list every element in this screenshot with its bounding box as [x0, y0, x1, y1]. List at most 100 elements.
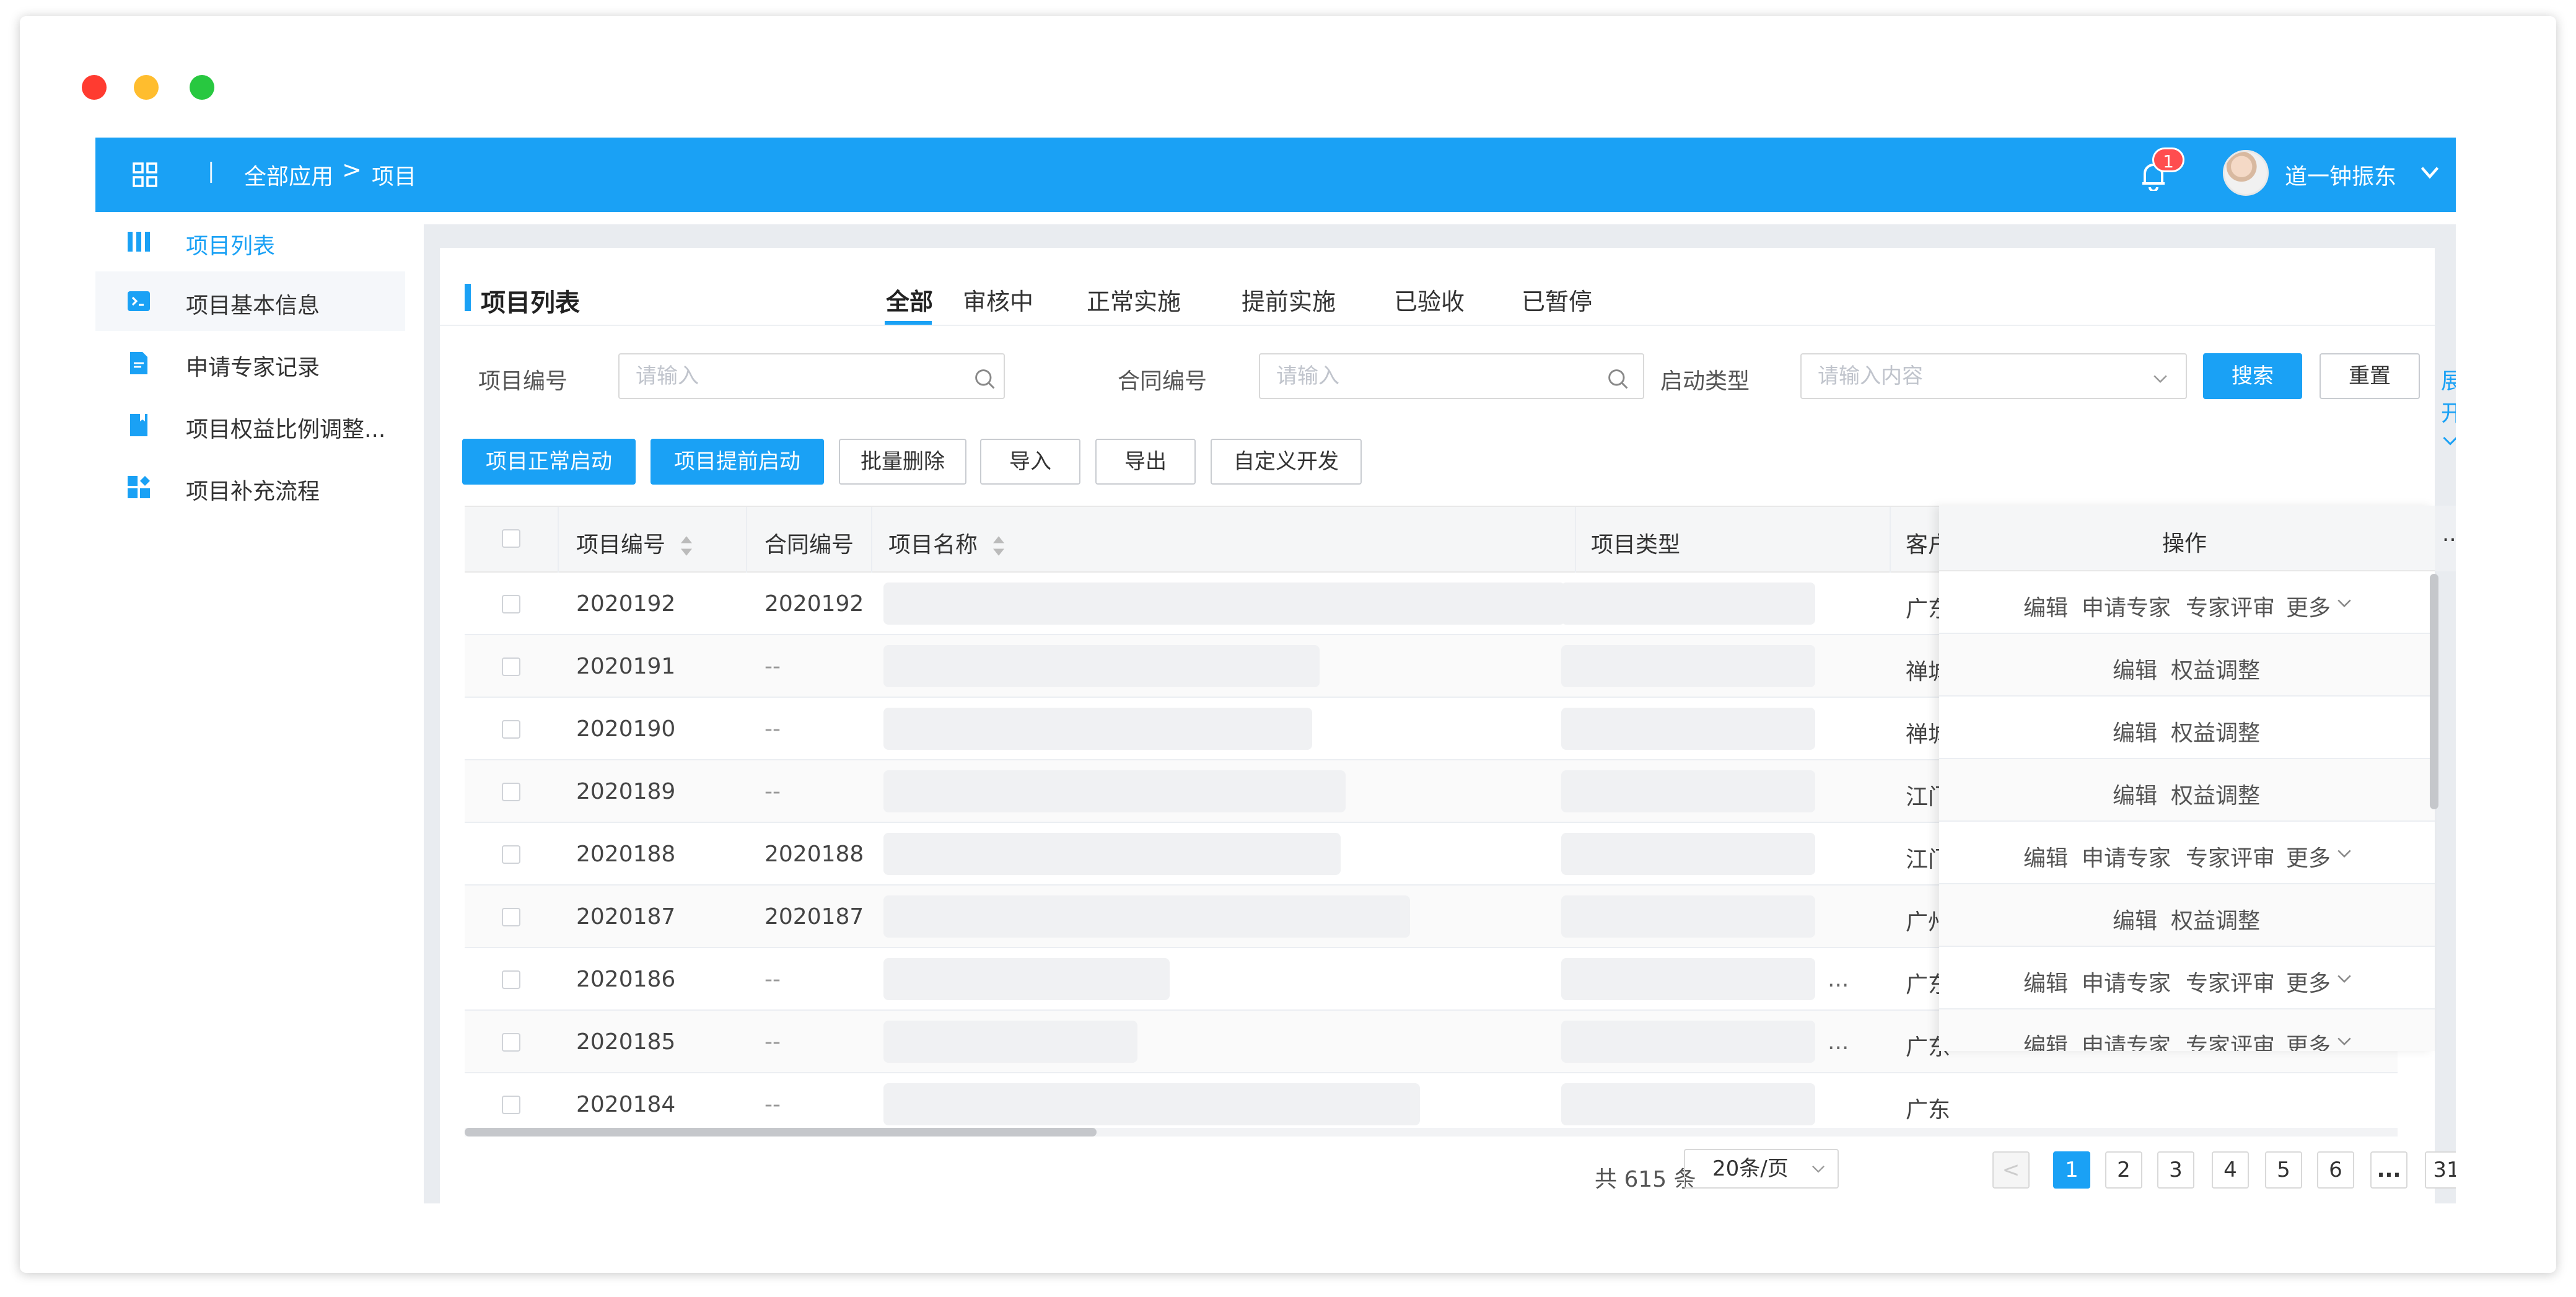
truncation-ellipsis: ...: [1828, 1029, 1849, 1055]
row-checkbox[interactable]: [502, 657, 520, 676]
row-checkbox[interactable]: [502, 1033, 520, 1052]
page-2-button[interactable]: 2: [2105, 1151, 2142, 1189]
page-size-select[interactable]: 20条/页: [1684, 1149, 1839, 1189]
sidebar-item-basic-info[interactable]: 项目基本信息: [95, 271, 405, 331]
equity-adjust-link[interactable]: 权益调整: [2171, 715, 2260, 747]
equity-adjust-link[interactable]: 权益调整: [2171, 903, 2260, 935]
tab-normal[interactable]: 正常实施: [1087, 283, 1181, 317]
row-checkbox[interactable]: [502, 908, 520, 926]
redacted-project-name: [883, 1083, 1420, 1125]
row-checkbox[interactable]: [502, 845, 520, 864]
window-maximize-button[interactable]: [190, 75, 214, 100]
chevron-down-icon[interactable]: [2419, 161, 2441, 183]
custom-dev-button[interactable]: 自定义开发: [1211, 439, 1362, 485]
vertical-scrollbar[interactable]: [2430, 574, 2438, 809]
window-close-button[interactable]: [82, 75, 107, 100]
chevron-down-icon[interactable]: [2151, 371, 2170, 388]
more-link[interactable]: 更多: [2286, 590, 2331, 622]
bookmark-file-icon: [130, 414, 147, 436]
row-checkbox[interactable]: [502, 1096, 520, 1114]
page-1-button[interactable]: 1: [2053, 1151, 2090, 1189]
export-button[interactable]: 导出: [1095, 439, 1196, 485]
page-5-button[interactable]: 5: [2265, 1151, 2302, 1189]
sidebar-item-project-list[interactable]: 项目列表: [95, 212, 405, 271]
page-31-button[interactable]: 31: [2425, 1151, 2456, 1189]
sort-icon: [993, 536, 1005, 556]
window-minimize-button[interactable]: [134, 75, 159, 100]
start-type-label: 启动类型: [1660, 369, 1750, 394]
cell-project-no: 2020188: [576, 842, 676, 867]
tab-paused[interactable]: 已暂停: [1522, 283, 1592, 317]
breadcrumb-all-apps[interactable]: 全部应用: [244, 159, 333, 191]
col-project-no[interactable]: 项目编号: [576, 527, 694, 559]
more-link[interactable]: 更多: [2286, 965, 2331, 998]
row-checkbox[interactable]: [502, 720, 520, 739]
apply-expert-link[interactable]: 申请专家: [2082, 965, 2171, 998]
expert-review-link[interactable]: 专家评审: [2186, 840, 2275, 873]
apply-expert-link[interactable]: 申请专家: [2082, 590, 2171, 622]
page-6-button[interactable]: 6: [2317, 1151, 2354, 1189]
page-gap-button[interactable]: ...: [2370, 1151, 2407, 1189]
page-3-button[interactable]: 3: [2157, 1151, 2194, 1189]
avatar[interactable]: [2223, 150, 2269, 196]
redacted-project-name: [883, 958, 1170, 1000]
col-contract-no: 合同编号: [764, 532, 854, 558]
username[interactable]: 道一钟振东: [2285, 159, 2396, 191]
page-4-button[interactable]: 4: [2212, 1151, 2249, 1189]
prev-page-button[interactable]: <: [1992, 1151, 2030, 1189]
normal-start-button[interactable]: 项目正常启动: [462, 439, 636, 485]
apply-expert-link[interactable]: 申请专家: [2082, 1028, 2171, 1051]
tab-reviewing[interactable]: 审核中: [963, 283, 1033, 317]
top-bar: | 全部应用 > 项目 1 道一钟振东: [95, 138, 2456, 212]
tab-all[interactable]: 全部: [886, 283, 933, 317]
tab-accepted[interactable]: 已验收: [1394, 283, 1465, 317]
early-start-button[interactable]: 项目提前启动: [651, 439, 824, 485]
edit-link[interactable]: 编辑: [2023, 965, 2068, 998]
col-project-name[interactable]: 项目名称: [888, 527, 1007, 559]
search-icon[interactable]: [974, 368, 996, 390]
sidebar: 项目列表 项目基本信息 申请专家记录 项目权益比例调整... 项目补充流程: [95, 212, 405, 1203]
page-title: 项目列表: [481, 289, 580, 317]
search-button[interactable]: 搜索: [2203, 353, 2302, 399]
edit-link[interactable]: 编辑: [2023, 590, 2068, 622]
more-link[interactable]: 更多: [2286, 1028, 2331, 1051]
sidebar-item-supplement-flow[interactable]: 项目补充流程: [95, 457, 405, 517]
cell-contract-no: --: [764, 779, 781, 804]
expert-review-link[interactable]: 专家评审: [2186, 1028, 2275, 1051]
edit-link[interactable]: 编辑: [2113, 653, 2157, 685]
apply-expert-link[interactable]: 申请专家: [2082, 840, 2171, 873]
row-checkbox[interactable]: [502, 595, 520, 613]
start-type-select[interactable]: [1800, 353, 2187, 399]
edit-link[interactable]: 编辑: [2113, 778, 2157, 810]
batch-delete-button[interactable]: 批量删除: [839, 439, 966, 485]
apps-grid-icon[interactable]: [133, 162, 157, 187]
redacted-project-type: [1561, 708, 1815, 750]
equity-adjust-link[interactable]: 权益调整: [2171, 653, 2260, 685]
horizontal-scrollbar[interactable]: [465, 1128, 1097, 1137]
equity-adjust-link[interactable]: 权益调整: [2171, 778, 2260, 810]
sidebar-item-equity-adjust[interactable]: 项目权益比例调整...: [95, 395, 405, 455]
redacted-project-name: [883, 895, 1410, 938]
edit-link[interactable]: 编辑: [2113, 903, 2157, 935]
expert-review-link[interactable]: 专家评审: [2186, 590, 2275, 622]
project-no-input[interactable]: [618, 353, 1005, 399]
edit-link[interactable]: 编辑: [2023, 1028, 2068, 1051]
reset-button[interactable]: 重置: [2320, 353, 2420, 399]
column-settings-button[interactable]: ...: [2435, 506, 2456, 571]
tab-early[interactable]: 提前实施: [1242, 283, 1336, 317]
import-button[interactable]: 导入: [980, 439, 1080, 485]
contract-no-input[interactable]: [1259, 353, 1644, 399]
edit-link[interactable]: 编辑: [2113, 715, 2157, 747]
row-checkbox[interactable]: [502, 970, 520, 989]
more-link[interactable]: 更多: [2286, 840, 2331, 873]
expert-review-link[interactable]: 专家评审: [2186, 965, 2275, 998]
edit-link[interactable]: 编辑: [2023, 840, 2068, 873]
row-checkbox[interactable]: [502, 783, 520, 801]
sidebar-item-expert-records[interactable]: 申请专家记录: [95, 333, 405, 393]
select-all-checkbox[interactable]: [502, 529, 520, 548]
breadcrumb-arrow: >: [342, 156, 362, 183]
expand-filters-link[interactable]: 展开: [2441, 363, 2456, 453]
search-icon[interactable]: [1607, 368, 1629, 390]
table-row[interactable]: 2020184 -- 广东: [465, 1073, 2398, 1132]
terminal-icon: [128, 291, 150, 311]
